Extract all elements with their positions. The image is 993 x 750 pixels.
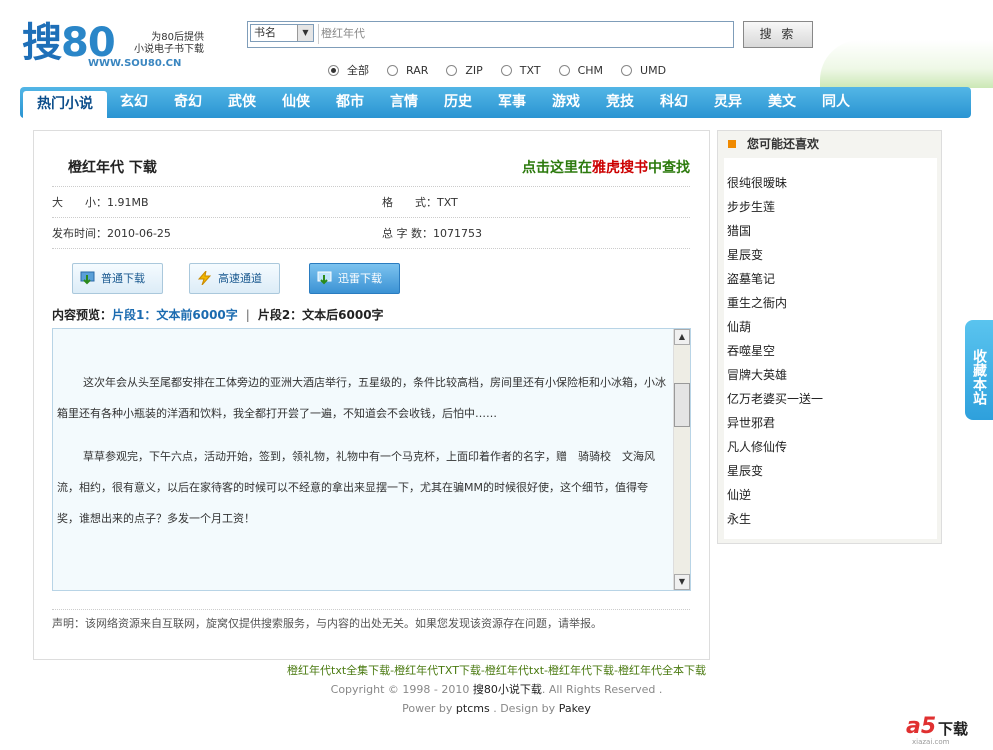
info-size: 大 小：1.91MB bbox=[52, 196, 149, 209]
book-detail-panel: 橙红年代 下载 点击这里在雅虎搜书中查找 大 小：1.91MB 格 式：TXT … bbox=[33, 130, 710, 660]
nav-item-7[interactable]: 历史 bbox=[431, 87, 485, 118]
normal-download-button[interactable]: 普通下载 bbox=[72, 263, 163, 294]
disclaimer: 声明：该网络资源来自互联网，旋窝仅提供搜索服务，与内容的出处无关。如果您发现该资… bbox=[52, 617, 602, 630]
sidebar-item[interactable]: 永生 bbox=[727, 507, 937, 531]
footer-keywords[interactable]: 橙红年代txt全集下载-橙红年代TXT下载-橙红年代txt-橙红年代下载-橙红年… bbox=[0, 661, 993, 680]
nav-item-12[interactable]: 灵异 bbox=[701, 87, 755, 118]
sidebar-item[interactable]: 星辰变 bbox=[727, 243, 937, 267]
header-decoration bbox=[820, 40, 993, 88]
radio-icon bbox=[500, 64, 512, 76]
designer-link[interactable]: Pakey bbox=[559, 702, 591, 715]
lightning-icon bbox=[197, 271, 212, 285]
ptcms-link[interactable]: ptcms bbox=[456, 702, 490, 715]
sidebar-item[interactable]: 吞噬星空 bbox=[727, 339, 937, 363]
format-radio-chm[interactable]: CHM bbox=[558, 62, 603, 78]
page-title: 橙红年代 下载 bbox=[68, 160, 157, 176]
format-radio-rar[interactable]: RAR bbox=[387, 62, 428, 78]
preview-textarea[interactable]: 这次年会从头至尾都安排在工体旁边的亚洲大酒店举行，五星级的，条件比较高档，房间里… bbox=[52, 328, 691, 591]
xunlei-download-button[interactable]: 迅雷下载 bbox=[309, 263, 400, 294]
footer-brand-link[interactable]: 搜80小说下载 bbox=[473, 683, 542, 696]
sidebar-item[interactable]: 盗墓笔记 bbox=[727, 267, 937, 291]
radio-icon bbox=[446, 64, 458, 76]
sidebar-list: 很纯很暧昧 步步生莲 猎国 星辰变 盗墓笔记 重生之衙内 仙葫 吞噬星空 冒牌大英雄 亿万老婆买一… bbox=[724, 158, 937, 539]
scroll-down-icon[interactable]: ▼ bbox=[674, 574, 690, 590]
nav-item-13[interactable]: 美文 bbox=[755, 87, 809, 118]
logo-tagline: 为80后提供 小说电子书下载 bbox=[134, 32, 204, 55]
header: 搜80 WWW.SOU80.CN 为80后提供 小说电子书下载 书名 ▼ 橙红年… bbox=[0, 0, 993, 88]
format-radio-全部[interactable]: 全部 bbox=[328, 62, 369, 78]
sidebar-item[interactable]: 冒牌大英雄 bbox=[727, 363, 937, 387]
nav-item-14[interactable]: 同人 bbox=[809, 87, 863, 118]
radio-icon bbox=[387, 64, 398, 76]
format-radio-umd[interactable]: UMD bbox=[621, 62, 666, 78]
preview-text: 这次年会从头至尾都安排在工体旁边的亚洲大酒店举行，五星级的，条件比较高档，房间里… bbox=[57, 376, 666, 525]
footer-powered: Power by ptcms . Design by Pakey bbox=[402, 702, 591, 715]
info-words: 总 字 数：1071753 bbox=[382, 227, 482, 240]
footer-copyright: Copyright © 1998 - 2010 搜80小说下载. All Rig… bbox=[330, 683, 663, 696]
preview-label: 内容预览：片段1：文本前6000字 | 片段2：文本后6000字 bbox=[52, 308, 384, 322]
divider bbox=[52, 186, 690, 187]
preview-part2-link[interactable]: 片段2：文本后6000字 bbox=[258, 308, 384, 322]
sidebar-item[interactable]: 猎国 bbox=[727, 219, 937, 243]
bullet-icon bbox=[728, 140, 736, 148]
nav-item-0[interactable]: 热门小说 bbox=[23, 91, 107, 118]
search-button[interactable]: 搜 索 bbox=[743, 21, 813, 48]
search-input[interactable]: 橙红年代 bbox=[318, 24, 728, 44]
nav-item-6[interactable]: 言情 bbox=[377, 87, 431, 118]
watermark-logo: a5 下载 xiazai.com bbox=[906, 714, 969, 746]
nav-item-1[interactable]: 玄幻 bbox=[107, 87, 161, 118]
nav-item-2[interactable]: 奇幻 bbox=[161, 87, 215, 118]
sidebar-item[interactable]: 亿万老婆买一送一 bbox=[727, 387, 937, 411]
radio-icon bbox=[558, 64, 570, 76]
fast-download-button[interactable]: 高速通道 bbox=[189, 263, 280, 294]
nav-item-10[interactable]: 竞技 bbox=[593, 87, 647, 118]
bookmark-site-button[interactable]: 收藏本站 bbox=[965, 320, 993, 420]
yahoo-search-link[interactable]: 点击这里在雅虎搜书中查找 bbox=[522, 157, 690, 177]
sidebar-item[interactable]: 很纯很暧昧 bbox=[727, 171, 937, 195]
download-icon bbox=[80, 271, 95, 285]
nav-item-3[interactable]: 武侠 bbox=[215, 87, 269, 118]
sidebar-item[interactable]: 凡人修仙传 bbox=[727, 435, 937, 459]
nav-item-11[interactable]: 科幻 bbox=[647, 87, 701, 118]
search-type-select[interactable]: 书名 ▼ bbox=[250, 24, 314, 42]
radio-icon bbox=[328, 64, 339, 76]
preview-part1-link[interactable]: 片段1：文本前6000字 bbox=[112, 308, 238, 322]
format-radio-txt[interactable]: TXT bbox=[500, 62, 541, 78]
nav-item-4[interactable]: 仙侠 bbox=[269, 87, 323, 118]
sidebar-item[interactable]: 仙葫 bbox=[727, 315, 937, 339]
scroll-thumb[interactable] bbox=[674, 383, 690, 427]
sidebar-title: 您可能还喜欢 bbox=[718, 131, 941, 157]
logo-url: WWW.SOU80.CN bbox=[88, 58, 182, 69]
nav-item-9[interactable]: 游戏 bbox=[539, 87, 593, 118]
nav-item-5[interactable]: 都市 bbox=[323, 87, 377, 118]
divider bbox=[52, 217, 690, 218]
divider bbox=[52, 248, 690, 249]
scroll-up-icon[interactable]: ▲ bbox=[674, 329, 690, 345]
download-icon bbox=[317, 271, 332, 285]
scrollbar[interactable]: ▲ ▼ bbox=[673, 329, 690, 590]
format-radio-group: 全部 RAR ZIP TXT CHM UMD bbox=[328, 62, 684, 78]
nav-item-8[interactable]: 军事 bbox=[485, 87, 539, 118]
format-radio-zip[interactable]: ZIP bbox=[446, 62, 483, 78]
main-nav: 热门小说 玄幻 奇幻 武侠 仙侠 都市 言情 历史 军事 游戏 竞技 科幻 灵异 美文 同人 bbox=[20, 87, 971, 118]
chevron-down-icon: ▼ bbox=[297, 25, 313, 41]
divider bbox=[52, 609, 690, 610]
footer: 橙红年代txt全集下载-橙红年代TXT下载-橙红年代txt-橙红年代下载-橙红年… bbox=[0, 661, 993, 718]
search-box: 书名 ▼ 橙红年代 bbox=[247, 21, 734, 48]
info-date: 发布时间：2010-06-25 bbox=[52, 227, 171, 240]
sidebar-item[interactable]: 星辰变 bbox=[727, 459, 937, 483]
sidebar-item[interactable]: 异世邪君 bbox=[727, 411, 937, 435]
sidebar-item[interactable]: 步步生莲 bbox=[727, 195, 937, 219]
radio-icon bbox=[621, 64, 633, 76]
sidebar-item[interactable]: 重生之衙内 bbox=[727, 291, 937, 315]
sidebar-recommend: 您可能还喜欢 很纯很暧昧 步步生莲 猎国 星辰变 盗墓笔记 重生之衙内 仙葫 吞噬星空 冒牌大英… bbox=[717, 130, 942, 544]
info-format: 格 式：TXT bbox=[382, 196, 458, 209]
sidebar-item[interactable]: 仙逆 bbox=[727, 483, 937, 507]
